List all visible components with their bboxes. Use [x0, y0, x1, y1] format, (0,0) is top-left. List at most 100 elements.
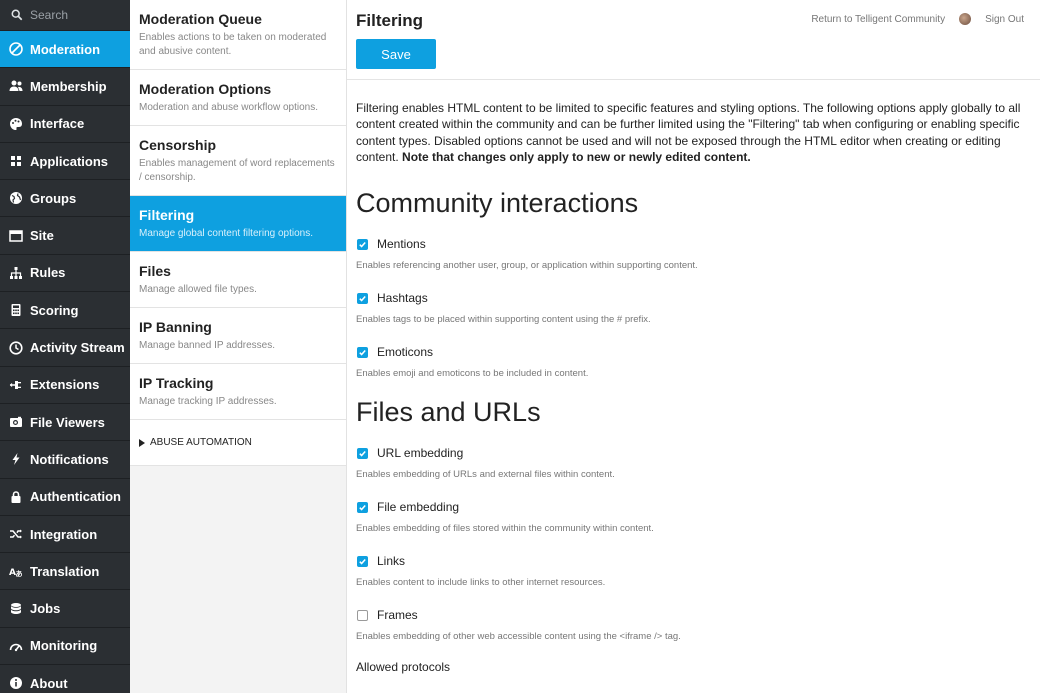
nav-item-monitoring[interactable]: Monitoring [0, 628, 130, 666]
subnav-item-title: Censorship [139, 137, 217, 153]
return-link[interactable]: Return to Telligent Community [811, 14, 945, 25]
subnav-item-description: Manage allowed file types. [139, 284, 257, 295]
subnav-item-title: Files [139, 263, 171, 279]
panel-header: Filtering Save Return to Telligent Commu… [347, 0, 1040, 80]
nav-item-label: Activity Stream [30, 340, 125, 356]
nav-item-about[interactable]: About [0, 665, 130, 693]
option-description: Enables embedding of other web accessibl… [356, 631, 681, 643]
info-icon [9, 676, 23, 690]
filtering-form: Filtering enables HTML content to be lim… [347, 80, 1040, 674]
nav-item-membership[interactable]: Membership [0, 68, 130, 106]
nav-item-label: Extensions [30, 377, 100, 393]
main-panel: Filtering Save Return to Telligent Commu… [347, 0, 1040, 693]
emoticons-checkbox[interactable] [357, 346, 368, 358]
option-label[interactable]: Frames [377, 608, 418, 622]
triangle-right-icon [139, 438, 145, 447]
nav-item-groups[interactable]: Groups [0, 180, 130, 218]
option-row: Hashtags [356, 289, 1031, 307]
search-placeholder: Search [30, 8, 69, 22]
allowed-protocols-label: Allowed protocols [356, 660, 451, 675]
nav-item-notifications[interactable]: Notifications [0, 441, 130, 479]
nav-item-label: Interface [30, 116, 85, 132]
hashtags-checkbox[interactable] [357, 292, 368, 304]
subnav-item-censorship[interactable]: Censorship Enables management of word rep… [130, 126, 346, 196]
nav-item-scoring[interactable]: Scoring [0, 292, 130, 330]
subnav-item-ip-banning[interactable]: IP Banning Manage banned IP addresses. [130, 308, 346, 364]
option-description: Enables content to include links to othe… [356, 577, 606, 589]
subnav-item-title: Moderation Options [139, 81, 272, 97]
nav-item-jobs[interactable]: Jobs [0, 590, 130, 628]
option-description: Enables emoji and emoticons to be includ… [356, 368, 589, 380]
nav-item-label: Applications [30, 153, 109, 169]
option-row: Links [356, 552, 1031, 570]
subnav-item-title: IP Tracking [139, 375, 214, 391]
nav-item-label: Authentication [30, 489, 121, 505]
nav-item-translation[interactable]: A あ Translation [0, 553, 130, 591]
abuse-automation-label: ABUSE AUTOMATION [150, 437, 252, 448]
plug-icon [9, 378, 23, 392]
mentions-checkbox[interactable] [357, 238, 368, 250]
subnav-item-title: IP Banning [139, 319, 212, 335]
option-description: Enables tags to be placed within support… [356, 314, 651, 326]
nav-item-interface[interactable]: Interface [0, 106, 130, 143]
option-label[interactable]: Mentions [377, 237, 426, 251]
abuse-automation-toggle[interactable]: ABUSE AUTOMATION [130, 420, 346, 466]
nav-item-rules[interactable]: Rules [0, 255, 130, 293]
option-description: Enables embedding of files stored within… [356, 523, 654, 535]
nav-item-label: Site [30, 228, 54, 244]
option-label[interactable]: Hashtags [377, 291, 428, 305]
intro-text: Filtering enables HTML content to be lim… [356, 101, 1021, 164]
nav-item-label: Notifications [30, 451, 109, 467]
nav-item-label: Moderation [30, 41, 101, 57]
nav-item-label: Membership [30, 78, 107, 94]
svg-text:あ: あ [16, 569, 23, 578]
subnav-item-files[interactable]: Files Manage allowed file types. [130, 252, 346, 308]
option-row: File embedding [356, 498, 1031, 516]
page-title: Filtering [356, 11, 424, 30]
moderation-subnav: Moderation Queue Enables actions to be ta… [130, 0, 347, 693]
subnav-item-ip-tracking[interactable]: IP Tracking Manage tracking IP addresses. [130, 364, 346, 420]
nav-item-activity-stream[interactable]: Activity Stream [0, 329, 130, 367]
nav-item-integration[interactable]: Integration [0, 516, 130, 554]
subnav-item-description: Enables management of word replacements … [139, 158, 335, 183]
nav-item-moderation[interactable]: Moderation [0, 31, 130, 69]
nav-search[interactable]: Search [0, 0, 130, 31]
nav-item-file-viewers[interactable]: File Viewers [0, 404, 130, 442]
option-label[interactable]: Emoticons [377, 345, 433, 359]
avatar[interactable] [959, 13, 972, 25]
nav-item-site[interactable]: Site [0, 217, 130, 255]
nav-item-label: Groups [30, 190, 77, 206]
nav-item-applications[interactable]: Applications [0, 143, 130, 181]
nav-item-label: Rules [30, 265, 66, 281]
option-row: Frames [356, 606, 1031, 624]
save-button[interactable]: Save [356, 39, 436, 69]
file-embedding-checkbox[interactable] [357, 501, 368, 513]
search-icon [10, 8, 24, 22]
intro-note: Note that changes only apply to new or n… [402, 149, 751, 164]
shuffle-icon [9, 527, 23, 541]
subnav-item-title: Filtering [139, 207, 195, 223]
moderation-icon [9, 42, 23, 56]
section-heading-files-and-urls: Files and URLs [356, 397, 541, 428]
nav-item-label: Scoring [30, 302, 79, 318]
option-emoticons: Emoticons Enables emoji and emoticons to … [356, 343, 1031, 379]
option-label[interactable]: File embedding [377, 500, 459, 514]
frames-checkbox[interactable] [357, 609, 368, 621]
option-row: Emoticons [356, 343, 1031, 361]
hierarchy-icon [9, 266, 23, 280]
grid-icon [9, 154, 23, 168]
nav-item-extensions[interactable]: Extensions [0, 367, 130, 404]
option-row: Mentions [356, 235, 1031, 253]
subnav-item-filtering[interactable]: Filtering Manage global content filtering… [130, 196, 346, 252]
url-embedding-checkbox[interactable] [357, 447, 368, 459]
option-file-embedding: File embedding Enables embedding of files… [356, 498, 1031, 534]
bolt-icon [9, 452, 23, 466]
subnav-item-moderation-options[interactable]: Moderation Options Moderation and abuse w… [130, 70, 346, 126]
option-label[interactable]: URL embedding [377, 446, 463, 460]
links-checkbox[interactable] [357, 555, 368, 567]
sign-out-link[interactable]: Sign Out [985, 14, 1024, 25]
option-label[interactable]: Links [377, 554, 405, 568]
subnav-item-moderation-queue[interactable]: Moderation Queue Enables actions to be ta… [130, 0, 346, 70]
nav-item-label: Translation [30, 563, 100, 579]
nav-item-authentication[interactable]: Authentication [0, 479, 130, 516]
